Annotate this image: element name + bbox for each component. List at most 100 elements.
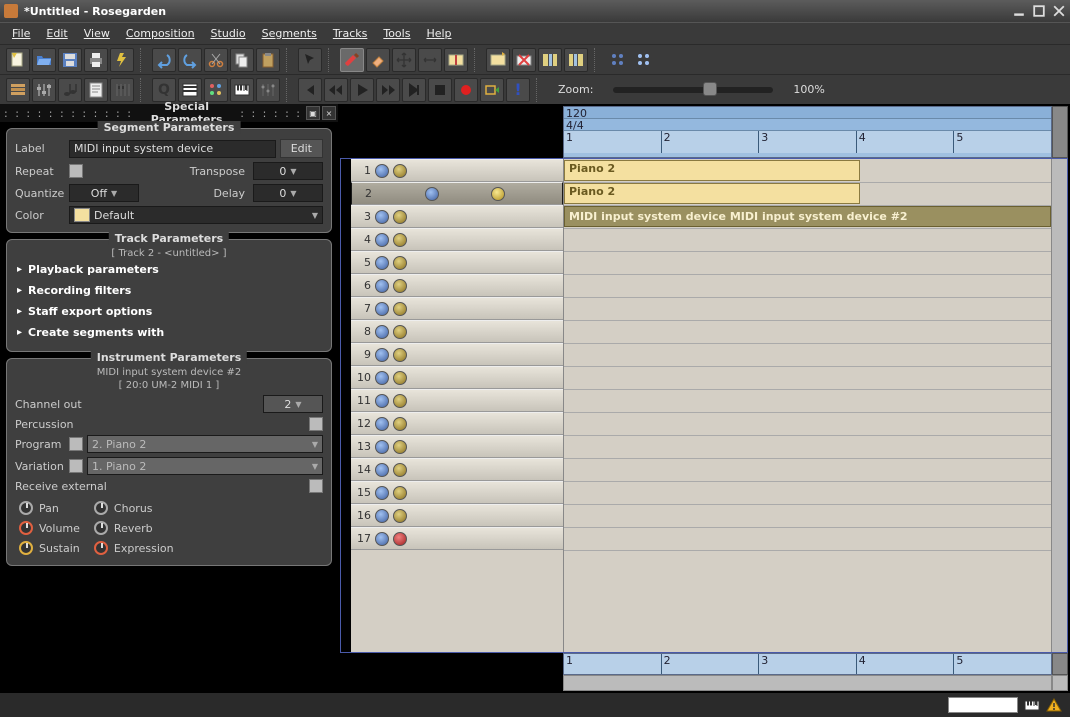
- track-row[interactable]: 11: [351, 389, 563, 412]
- track-row[interactable]: 16: [351, 504, 563, 527]
- mute-led[interactable]: [375, 164, 389, 178]
- track-row[interactable]: 5: [351, 251, 563, 274]
- menu-view[interactable]: View: [78, 25, 116, 42]
- disclosure-playback[interactable]: ▸Playback parameters: [15, 259, 323, 280]
- text-editor-button[interactable]: [84, 78, 108, 102]
- canvas-hscroll[interactable]: [563, 675, 1052, 691]
- save-button[interactable]: [58, 48, 82, 72]
- record-led[interactable]: [491, 187, 505, 201]
- record-led[interactable]: [393, 394, 407, 408]
- stop-button[interactable]: [428, 78, 452, 102]
- paste-button[interactable]: [256, 48, 280, 72]
- new-button[interactable]: [6, 48, 30, 72]
- track-row[interactable]: 7: [351, 297, 563, 320]
- label-input[interactable]: [69, 140, 276, 158]
- track-row[interactable]: 12: [351, 412, 563, 435]
- fast-forward-button[interactable]: [376, 78, 400, 102]
- track-row[interactable]: 8: [351, 320, 563, 343]
- menu-composition[interactable]: Composition: [120, 25, 201, 42]
- forward-end-button[interactable]: [402, 78, 426, 102]
- unmute-all-button[interactable]: [632, 48, 656, 72]
- mute-all-button[interactable]: [606, 48, 630, 72]
- minimize-button[interactable]: [1012, 4, 1026, 18]
- segment-piano2-a[interactable]: Piano 2: [564, 160, 860, 181]
- disclosure-staff[interactable]: ▸Staff export options: [15, 301, 323, 322]
- disclosure-create[interactable]: ▸Create segments with: [15, 322, 323, 343]
- copy-button[interactable]: [230, 48, 254, 72]
- record-led[interactable]: [393, 256, 407, 270]
- track-row[interactable]: 13: [351, 435, 563, 458]
- record-led[interactable]: [393, 164, 407, 178]
- delay-select[interactable]: 0▼: [253, 184, 323, 202]
- channel-out-select[interactable]: 2▼: [263, 395, 323, 413]
- record-led[interactable]: [393, 509, 407, 523]
- timeline-vscroll[interactable]: [1052, 106, 1068, 158]
- track-row[interactable]: 2: [351, 182, 563, 205]
- play-button[interactable]: [350, 78, 374, 102]
- menu-file[interactable]: File: [6, 25, 36, 42]
- menu-segments[interactable]: Segments: [256, 25, 323, 42]
- matrix-editor-button[interactable]: [178, 78, 202, 102]
- menu-tools[interactable]: Tools: [377, 25, 416, 42]
- mixer-button[interactable]: [32, 78, 56, 102]
- record-led[interactable]: [393, 417, 407, 431]
- reverb-knob[interactable]: [94, 521, 108, 535]
- move-tool[interactable]: [392, 48, 416, 72]
- zoom-thumb[interactable]: [703, 82, 717, 96]
- panic-button[interactable]: !: [506, 78, 530, 102]
- audio-mixer-button[interactable]: [256, 78, 280, 102]
- mute-led[interactable]: [375, 233, 389, 247]
- mute-led[interactable]: [375, 279, 389, 293]
- timesig-ruler[interactable]: 4/4: [564, 119, 1051, 131]
- bar-ruler-top[interactable]: 1 2 3 4 5: [564, 131, 1051, 153]
- erase-tool[interactable]: [366, 48, 390, 72]
- record-led[interactable]: [393, 210, 407, 224]
- mute-led[interactable]: [375, 509, 389, 523]
- mute-led[interactable]: [375, 417, 389, 431]
- close-panel-button[interactable]: ×: [322, 106, 336, 120]
- mute-led[interactable]: [375, 371, 389, 385]
- percussion-checkbox[interactable]: [309, 417, 323, 431]
- pan-knob[interactable]: [19, 501, 33, 515]
- record-led[interactable]: [393, 325, 407, 339]
- delete-track-button[interactable]: [512, 48, 536, 72]
- transpose-select[interactable]: 0▼: [253, 162, 323, 180]
- variation-select[interactable]: 1. Piano 2▼: [87, 457, 323, 475]
- track-row[interactable]: 3: [351, 205, 563, 228]
- record-led[interactable]: [393, 440, 407, 454]
- menu-tracks[interactable]: Tracks: [327, 25, 374, 42]
- mute-led[interactable]: [375, 394, 389, 408]
- receive-external-checkbox[interactable]: [309, 479, 323, 493]
- track-row[interactable]: 15: [351, 481, 563, 504]
- edit-label-button[interactable]: Edit: [280, 139, 323, 158]
- segment-piano2-b[interactable]: Piano 2: [564, 183, 860, 204]
- segment-midi-input[interactable]: MIDI input system device MIDI input syst…: [564, 206, 1051, 227]
- quantize-button[interactable]: Q: [152, 78, 176, 102]
- move-track-down-button[interactable]: [564, 48, 588, 72]
- record-led[interactable]: [393, 371, 407, 385]
- mute-led[interactable]: [375, 532, 389, 546]
- redo-button[interactable]: [178, 48, 202, 72]
- close-button[interactable]: [1052, 4, 1066, 18]
- pitch-tracker-button[interactable]: [204, 78, 228, 102]
- event-editor-button[interactable]: [6, 78, 30, 102]
- zoom-slider[interactable]: [613, 87, 773, 93]
- track-row[interactable]: 6: [351, 274, 563, 297]
- chorus-knob[interactable]: [94, 501, 108, 515]
- mute-led[interactable]: [375, 325, 389, 339]
- track-row[interactable]: 10: [351, 366, 563, 389]
- record-led[interactable]: [393, 279, 407, 293]
- split-tool[interactable]: [444, 48, 468, 72]
- track-row[interactable]: 9: [351, 343, 563, 366]
- bottom-ruler-vscroll[interactable]: [1052, 653, 1068, 675]
- record-led[interactable]: [393, 486, 407, 500]
- track-row[interactable]: 4: [351, 228, 563, 251]
- move-track-up-button[interactable]: [538, 48, 562, 72]
- mute-led[interactable]: [375, 486, 389, 500]
- mute-led[interactable]: [375, 348, 389, 362]
- resize-tool[interactable]: [418, 48, 442, 72]
- record-button[interactable]: [454, 78, 478, 102]
- percussion-editor-button[interactable]: [110, 78, 134, 102]
- program-checkbox[interactable]: [69, 437, 83, 451]
- flash-button[interactable]: [110, 48, 134, 72]
